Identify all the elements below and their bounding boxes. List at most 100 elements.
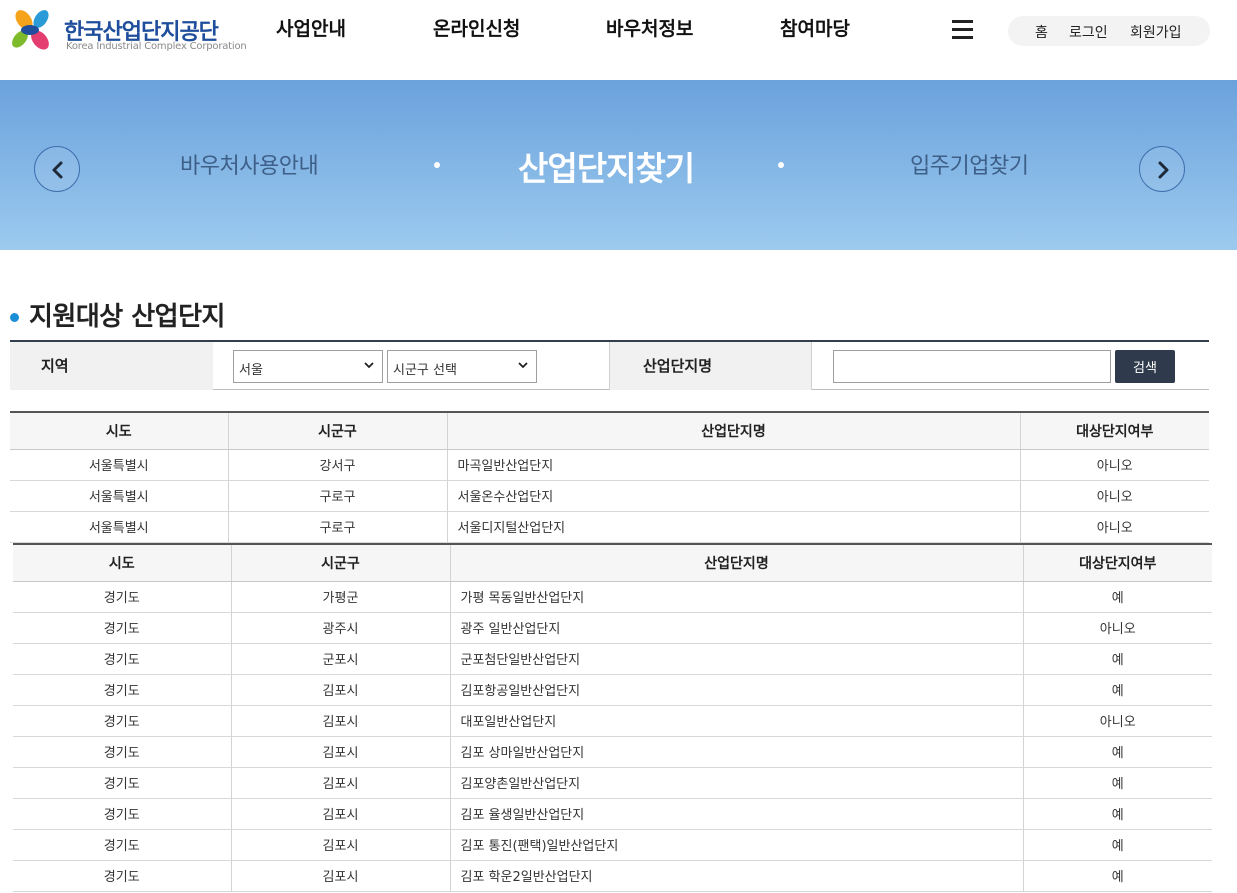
cell-sido: 경기도: [13, 643, 232, 675]
chevron-right-icon: [1158, 161, 1169, 179]
cell-complex-name[interactable]: 김포 상마일반산업단지: [450, 736, 1024, 768]
complex-table-seoul: 시도 시군구 산업단지명 대상단지여부 서울특별시 강서구 마곡일반산업단지 아니오 서…: [10, 411, 1209, 543]
cell-sido: 서울특별시: [10, 480, 229, 512]
cell-sido: 경기도: [13, 736, 232, 768]
district-select-value: 시군구 선택: [393, 363, 457, 378]
region-label: 지역: [10, 342, 213, 390]
cell-complex-name[interactable]: 군포첨단일반산업단지: [450, 643, 1024, 675]
table-row: 경기도 김포시 김포 학운2일반산업단지 예: [13, 860, 1212, 892]
table-row: 서울특별시 강서구 마곡일반산업단지 아니오: [10, 449, 1209, 481]
table-row: 경기도 김포시 김포양촌일반산업단지 예: [13, 767, 1212, 799]
table-row: 경기도 김포시 대포일반산업단지 아니오: [13, 705, 1212, 737]
cell-sido: 경기도: [13, 674, 232, 706]
cell-complex-name[interactable]: 서울디지털산업단지: [447, 511, 1021, 543]
cell-sigungu: 가평군: [231, 581, 451, 613]
cell-sigungu: 강서구: [228, 449, 448, 481]
cell-target: 아니오: [1020, 449, 1209, 481]
complex-table-gyeonggi: 시도 시군구 산업단지명 대상단지여부 경기도 가평군 가평 목동일반산업단지 예 경기…: [13, 543, 1212, 892]
cell-complex-name[interactable]: 김포 통진(팬택)일반산업단지: [450, 829, 1024, 861]
nav-participation[interactable]: 참여마당: [780, 14, 850, 44]
cell-sigungu: 김포시: [231, 860, 451, 892]
cell-target: 예: [1023, 643, 1212, 675]
chevron-down-icon: [364, 362, 374, 369]
cell-sigungu: 김포시: [231, 674, 451, 706]
cell-target: 예: [1023, 736, 1212, 768]
cell-target: 아니오: [1020, 511, 1209, 543]
table-body: 서울특별시 강서구 마곡일반산업단지 아니오 서울특별시 구로구 서울온수산업단지 아니오 서울…: [10, 449, 1209, 543]
cell-target: 아니오: [1023, 612, 1212, 644]
cell-sigungu: 김포시: [231, 736, 451, 768]
banner-item-voucher-guide[interactable]: 바우처사용안내: [180, 148, 319, 180]
col-header-complex-name: 산업단지명: [450, 544, 1024, 582]
cell-sido: 경기도: [13, 798, 232, 830]
cell-complex-name[interactable]: 김포항공일반산업단지: [450, 674, 1024, 706]
col-header-sigungu: 시군구: [231, 544, 451, 582]
page-title-text: 지원대상 산업단지: [29, 302, 225, 332]
col-header-target: 대상단지여부: [1023, 544, 1212, 582]
home-link[interactable]: 홈: [1035, 22, 1048, 42]
cell-complex-name[interactable]: 김포 율생일반산업단지: [450, 798, 1024, 830]
region-select[interactable]: 서울: [233, 350, 383, 383]
cell-sigungu: 김포시: [231, 798, 451, 830]
cell-target: 예: [1023, 767, 1212, 799]
chevron-left-icon: [52, 161, 63, 179]
cell-complex-name[interactable]: 가평 목동일반산업단지: [450, 581, 1024, 613]
table-row: 서울특별시 구로구 서울온수산업단지 아니오: [10, 480, 1209, 512]
cell-complex-name[interactable]: 김포 학운2일반산업단지: [450, 860, 1024, 892]
page-title: 지원대상 산업단지: [10, 296, 225, 333]
table-body: 경기도 가평군 가평 목동일반산업단지 예 경기도 광주시 광주 일반산업단지 아니오 경기도 군…: [13, 581, 1212, 892]
cell-sigungu: 구로구: [228, 480, 448, 512]
search-button[interactable]: 검색: [1115, 350, 1175, 383]
menu-hamburger-icon[interactable]: [952, 20, 974, 40]
cell-target: 예: [1023, 798, 1212, 830]
cell-sido: 경기도: [13, 705, 232, 737]
cell-complex-name[interactable]: 광주 일반산업단지: [450, 612, 1024, 644]
table-row: 경기도 광주시 광주 일반산업단지 아니오: [13, 612, 1212, 644]
banner-separator-dot: [778, 162, 784, 168]
cell-target: 예: [1023, 674, 1212, 706]
cell-sigungu: 광주시: [231, 612, 451, 644]
cell-complex-name[interactable]: 마곡일반산업단지: [447, 449, 1021, 481]
banner-item-company-search[interactable]: 입주기업찾기: [910, 148, 1029, 180]
table-row: 경기도 김포시 김포 통진(팬택)일반산업단지 예: [13, 829, 1212, 861]
table-row: 서울특별시 구로구 서울디지털산업단지 아니오: [10, 511, 1209, 543]
cell-sido: 경기도: [13, 767, 232, 799]
signup-link[interactable]: 회원가입: [1130, 22, 1182, 42]
col-header-sido: 시도: [10, 412, 229, 450]
site-logo[interactable]: 한국산업단지공단 Korea Industrial Complex Corpor…: [8, 6, 247, 56]
cell-sido: 서울특별시: [10, 511, 229, 543]
cell-sigungu: 김포시: [231, 829, 451, 861]
cell-complex-name[interactable]: 대포일반산업단지: [450, 705, 1024, 737]
banner-item-active[interactable]: 산업단지찾기: [518, 142, 695, 190]
login-link[interactable]: 로그인: [1069, 22, 1108, 42]
table-header-row: 시도 시군구 산업단지명 대상단지여부: [13, 544, 1212, 582]
cell-complex-name[interactable]: 서울온수산업단지: [447, 480, 1021, 512]
col-header-sigungu: 시군구: [228, 412, 448, 450]
logo-subtitle: Korea Industrial Complex Corporation: [66, 41, 247, 52]
cell-complex-name[interactable]: 김포양촌일반산업단지: [450, 767, 1024, 799]
cell-sigungu: 김포시: [231, 705, 451, 737]
col-header-complex-name: 산업단지명: [447, 412, 1021, 450]
nav-online-application[interactable]: 온라인신청: [433, 14, 520, 44]
cell-sido: 경기도: [13, 612, 232, 644]
banner-separator-dot: [434, 162, 440, 168]
nav-voucher-info[interactable]: 바우처정보: [606, 14, 693, 44]
banner-prev-button[interactable]: [34, 146, 80, 192]
utility-links: 홈 로그인 회원가입: [1008, 16, 1210, 46]
complex-name-label: 산업단지명: [609, 342, 812, 390]
cell-target: 예: [1023, 860, 1212, 892]
cell-sido: 경기도: [13, 829, 232, 861]
cell-target: 아니오: [1020, 480, 1209, 512]
site-header: 한국산업단지공단 Korea Industrial Complex Corpor…: [0, 0, 1237, 80]
cell-sigungu: 군포시: [231, 643, 451, 675]
col-header-sido: 시도: [13, 544, 232, 582]
logo-pinwheel-icon: [12, 10, 49, 50]
cell-target: 예: [1023, 829, 1212, 861]
district-select[interactable]: 시군구 선택: [387, 350, 537, 383]
nav-business-info[interactable]: 사업안내: [276, 14, 346, 44]
complex-name-input[interactable]: [833, 350, 1111, 383]
title-bullet-icon: [10, 313, 19, 322]
cell-sigungu: 김포시: [231, 767, 451, 799]
cell-sido: 경기도: [13, 581, 232, 613]
banner-next-button[interactable]: [1139, 146, 1185, 192]
